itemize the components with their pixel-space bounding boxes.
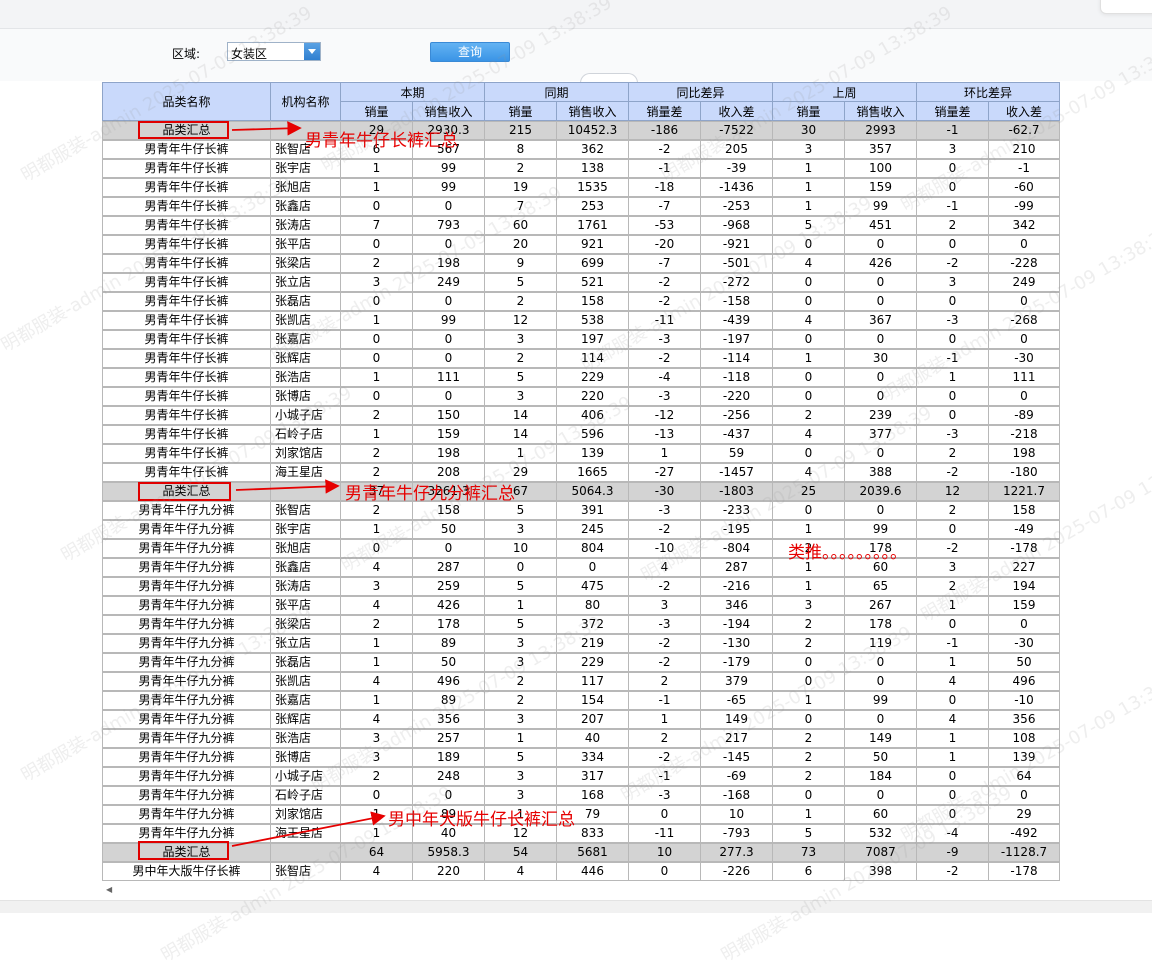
annotation-text-1: 男青年牛仔长裤汇总 [305,131,458,151]
arrow-3 [231,811,386,847]
horizontal-scrollbar[interactable]: ◀ [102,885,1060,895]
bottom-bar [0,900,1152,913]
scroll-left-icon[interactable]: ◀ [106,885,112,894]
annotation-text-3: 类推。。。。。。。。。 [788,543,907,563]
annotation-arrows [231,121,386,847]
arrow-2 [235,479,340,494]
arrow-1 [231,121,302,136]
annotation-text-4: 男中年大版牛仔长裤汇总 [388,810,575,830]
annotation-text-2: 男青年牛仔九分裤汇总 [345,484,515,504]
